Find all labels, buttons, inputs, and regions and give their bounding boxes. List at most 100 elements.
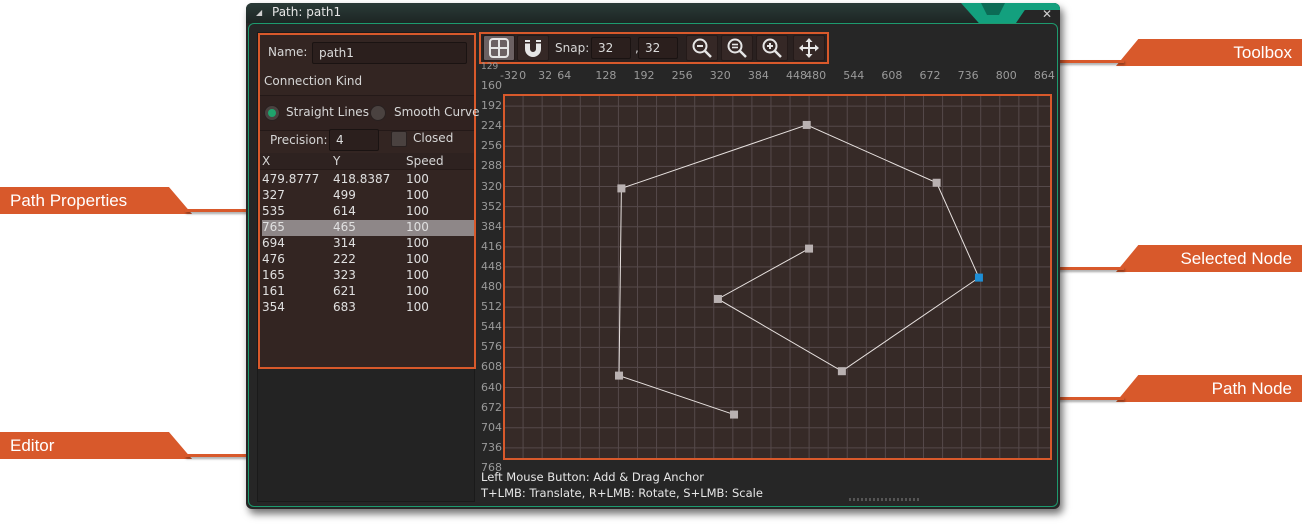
x-tick-label: 320	[709, 69, 731, 82]
path-node[interactable]	[805, 244, 814, 253]
zoom-reset-button[interactable]	[721, 35, 753, 61]
y-tick-label: 288	[481, 159, 502, 173]
grid-toggle-button[interactable]	[483, 35, 515, 61]
column-y[interactable]: Y	[333, 154, 340, 168]
y-tick-label: 640	[481, 380, 502, 394]
cell-x: 354	[262, 300, 285, 314]
title-bar[interactable]: ◢ Path: path1 ✕	[246, 3, 1060, 23]
snap-toggle-button[interactable]	[517, 35, 549, 61]
table-row[interactable]: 354 683 100	[262, 300, 474, 316]
cell-y: 418.8387	[333, 172, 391, 186]
cell-y: 499	[333, 188, 356, 202]
x-tick-label: 384	[747, 69, 769, 82]
column-x[interactable]: X	[262, 154, 270, 168]
cell-x: 694	[262, 236, 285, 250]
zoom-out-button[interactable]	[686, 35, 718, 61]
snap-y-input[interactable]: 32	[638, 37, 678, 59]
y-tick-label: 736	[481, 440, 502, 454]
left-panel: Name: path1 Connection Kind Straight Lin…	[257, 32, 480, 502]
cell-y: 314	[333, 236, 356, 250]
snap-label: Snap:	[555, 41, 590, 55]
path-node[interactable]	[837, 367, 846, 376]
zoom-in-icon	[762, 38, 782, 58]
name-label: Name:	[268, 45, 308, 59]
resize-grip[interactable]	[849, 498, 919, 501]
smooth-curve-radio[interactable]	[370, 105, 386, 121]
y-tick-label: 480	[481, 280, 502, 294]
path-line	[618, 124, 980, 416]
callout-path-node: Path Node	[1116, 375, 1302, 402]
cell-speed: 100	[406, 188, 429, 202]
close-icon[interactable]: ✕	[1042, 7, 1052, 21]
smooth-curve-label[interactable]: Smooth Curve	[394, 105, 480, 119]
path-node[interactable]	[802, 120, 811, 129]
y-tick-label: 672	[481, 400, 502, 414]
path-editor-window: ◢ Path: path1 ✕ Name: path1 Connection K…	[246, 3, 1060, 509]
collapse-arrow-icon[interactable]: ◢	[256, 8, 262, 17]
table-row[interactable]: 535 614 100	[262, 204, 474, 220]
table-row[interactable]: 161 621 100	[262, 284, 474, 300]
cell-speed: 100	[406, 204, 429, 218]
y-tick-label: 192	[481, 99, 502, 113]
straight-lines-radio[interactable]	[264, 105, 280, 121]
table-row[interactable]: 327 499 100	[262, 188, 474, 204]
x-tick-label: 800	[995, 69, 1017, 82]
path-node[interactable]	[932, 178, 941, 187]
path-canvas-svg[interactable]	[503, 94, 1052, 460]
cell-x: 165	[262, 268, 285, 282]
x-tick-label: 448	[786, 69, 808, 82]
cell-speed: 100	[406, 236, 429, 250]
table-row-selected[interactable]: 765 465 100	[262, 220, 474, 236]
path-properties-panel: Name: path1 Connection Kind Straight Lin…	[258, 33, 480, 369]
pan-button[interactable]	[793, 35, 825, 61]
path-node[interactable]	[730, 410, 739, 419]
table-row[interactable]: 694 314 100	[262, 236, 474, 252]
precision-label: Precision:	[270, 133, 328, 147]
help-line-1: Left Mouse Button: Add & Drag Anchor	[481, 470, 704, 484]
cell-x: 327	[262, 188, 285, 202]
cell-y: 621	[333, 284, 356, 298]
y-tick-label: 320	[481, 179, 502, 193]
cell-x: 535	[262, 204, 285, 218]
y-tick-label: 512	[481, 300, 502, 314]
closed-checkbox[interactable]	[391, 131, 407, 147]
x-tick-label: -32	[500, 69, 518, 82]
precision-input[interactable]: 4	[329, 129, 379, 151]
callout-toolbox: Toolbox	[1116, 39, 1302, 66]
path-node[interactable]	[615, 371, 624, 380]
name-input[interactable]: path1	[312, 42, 467, 64]
snap-x-input[interactable]: 32	[591, 37, 631, 59]
callout-selected-node: Selected Node	[1116, 245, 1302, 272]
column-speed[interactable]: Speed	[406, 154, 444, 168]
table-row[interactable]: 479.8777 418.8387 100	[262, 172, 474, 188]
connection-kind-label: Connection Kind	[264, 74, 363, 88]
cell-y: 222	[333, 252, 356, 266]
y-tick-label: 608	[481, 360, 502, 374]
path-node[interactable]	[617, 184, 626, 193]
straight-lines-label[interactable]: Straight Lines	[286, 105, 369, 119]
cell-speed: 100	[406, 300, 429, 314]
zoom-reset-icon	[727, 38, 747, 58]
y-tick-label: 224	[481, 119, 502, 133]
table-row[interactable]: 165 323 100	[262, 268, 474, 284]
selected-path-node[interactable]	[974, 273, 983, 282]
x-tick-label: 256	[671, 69, 693, 82]
y-tick-label: 352	[481, 199, 502, 213]
y-tick-label: 704	[481, 420, 502, 434]
path-node[interactable]	[713, 294, 722, 303]
table-row[interactable]: 476 222 100	[262, 252, 474, 268]
cell-y: 465	[333, 220, 356, 234]
cell-speed: 100	[406, 284, 429, 298]
cell-x: 476	[262, 252, 285, 266]
x-tick-label: 0	[519, 69, 527, 82]
editor-area: Snap: 32 , 32 129 -32 0 32 64 128 192 25…	[479, 32, 1055, 502]
cell-speed: 100	[406, 252, 429, 266]
path-canvas[interactable]	[503, 94, 1052, 460]
zoom-in-button[interactable]	[756, 35, 788, 61]
closed-label[interactable]: Closed	[413, 131, 453, 145]
x-tick-label: 480	[805, 69, 827, 82]
cell-x: 161	[262, 284, 285, 298]
x-tick-label: 672	[919, 69, 941, 82]
cell-speed: 100	[406, 268, 429, 282]
move-icon	[799, 38, 819, 58]
